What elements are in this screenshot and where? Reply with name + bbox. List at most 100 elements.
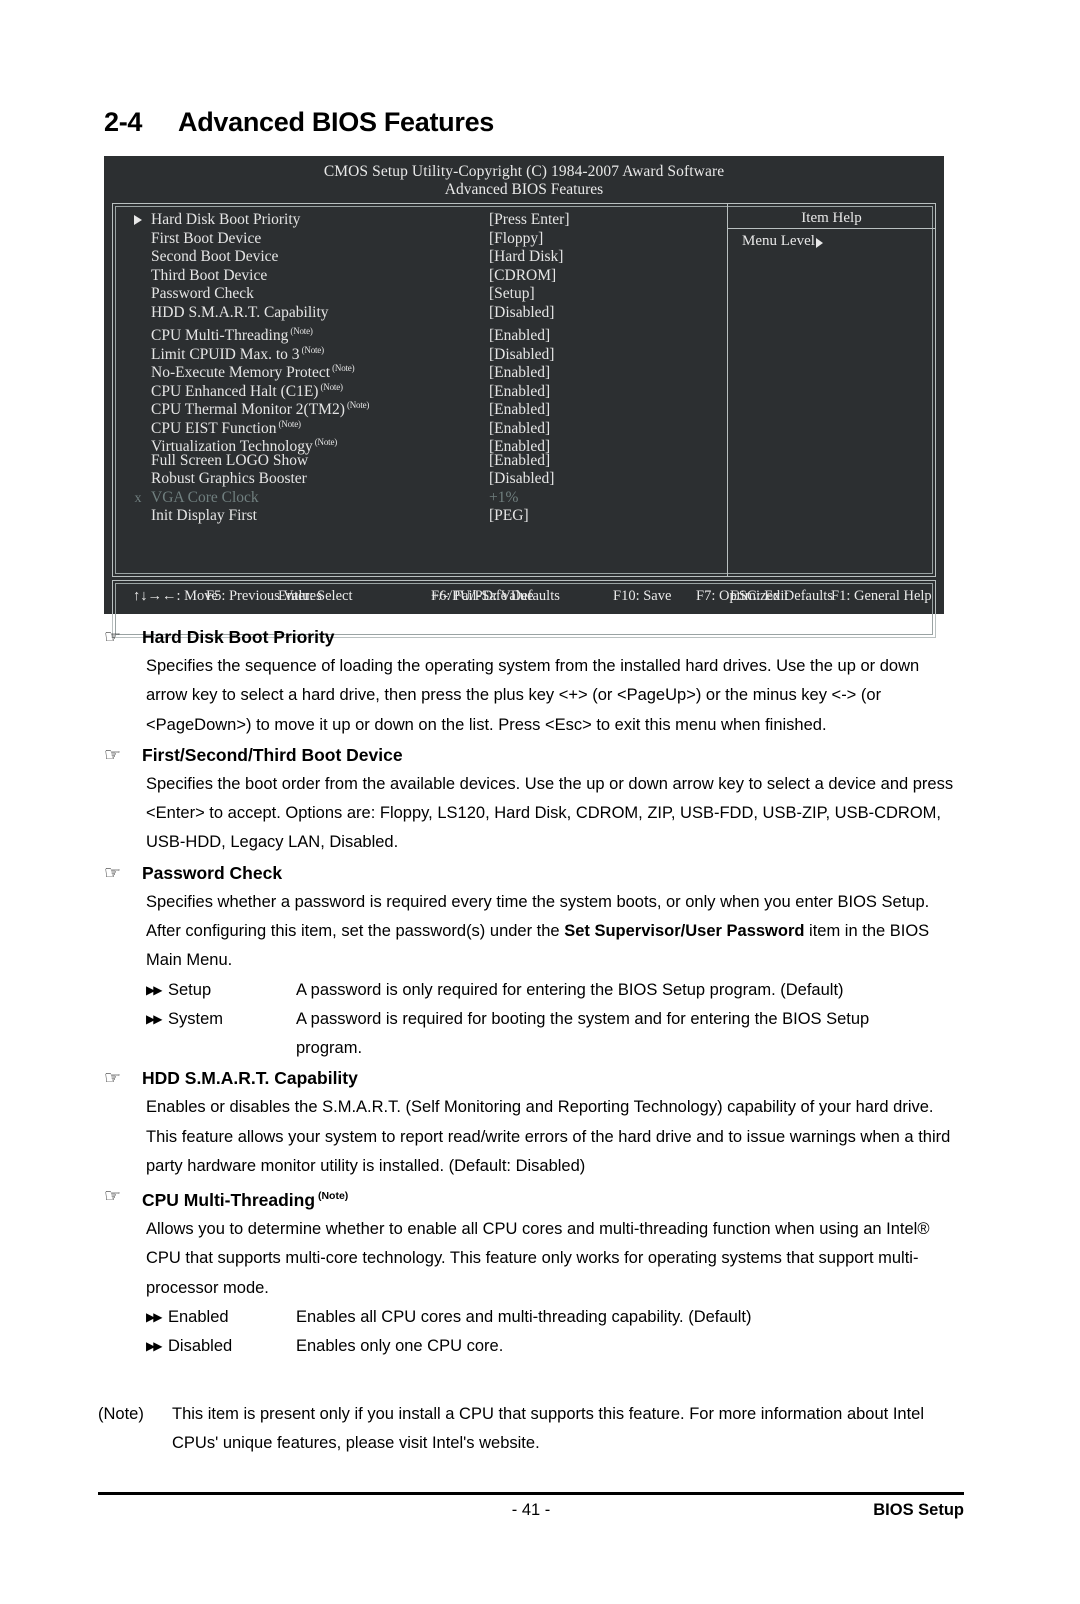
footer-content: - 41 - BIOS Setup [98, 1495, 964, 1525]
topic-heading: ☞ Hard Disk Boot Priority [104, 622, 964, 652]
pointing-hand-icon: ☞ [104, 1067, 122, 1090]
pointing-hand-icon: ☞ [104, 743, 122, 766]
item-help-header: Item Help [728, 204, 935, 229]
topic-paragraph: Enables or disables the S.M.A.R.T. (Self… [146, 1098, 951, 1175]
section-number: 2-4 [104, 107, 143, 137]
note-superscript: (Note) [330, 363, 355, 373]
topic-heading: ☞ HDD S.M.A.R.T. Capability [104, 1063, 964, 1093]
bios-setting-value[interactable]: +1% [489, 489, 727, 508]
option-name: Enabled [168, 1307, 229, 1326]
option-row: ▶▶ Setup A password is only required for e… [146, 976, 964, 1005]
chevron-right-icon [815, 237, 823, 248]
bios-setting-row[interactable]: x VGA Core Clock +1% [125, 489, 727, 508]
bios-setting-row[interactable]: Second Boot Device [Hard Disk] [125, 248, 727, 267]
bios-subtitle: Advanced BIOS Features [444, 181, 604, 198]
bios-main-panel: Hard Disk Boot Priority [Press Enter] Firs… [112, 203, 936, 577]
page-footer: - 41 - BIOS Setup [98, 1492, 964, 1525]
bios-setting-value[interactable]: [Disabled] [489, 346, 727, 365]
bios-item-help-panel: Item Help Menu Level [727, 204, 935, 576]
bios-setting-label: Init Display First [151, 507, 257, 524]
manual-page: 2-4 Advanced BIOS Features CMOS Setup Ut… [0, 0, 1080, 1604]
bios-setting-row[interactable]: Init Display First [PEG] [125, 507, 727, 526]
footnote-block: (Note) This item is present only if you … [98, 1400, 964, 1458]
bios-setting-value[interactable]: [Disabled] [489, 304, 727, 323]
bios-setting-label: Second Boot Device [151, 248, 279, 265]
bios-setting-value[interactable]: [Enabled] [489, 420, 727, 439]
note-superscript: (Note) [312, 437, 338, 447]
bios-setting-value[interactable]: [Enabled] [489, 327, 727, 346]
pointing-hand-icon: ☞ [104, 626, 122, 648]
option-row: ▶▶ System A password is required for booti… [146, 1005, 964, 1034]
bios-setting-row[interactable]: Robust Graphics Booster [Disabled] [125, 470, 727, 489]
bios-setup-screen: CMOS Setup Utility-Copyright (C) 1984-20… [104, 156, 944, 638]
bios-setting-row[interactable]: HDD S.M.A.R.T. Capability [Disabled] [125, 304, 727, 323]
bios-title: CMOS Setup Utility-Copyright (C) 1984-20… [323, 163, 725, 180]
bios-setting-value[interactable]: [Enabled] [489, 364, 727, 383]
option-row: ▶▶ Disabled Enables only one CPU core. [146, 1332, 964, 1361]
option-name: Setup [168, 980, 212, 999]
menu-level-label: Menu Level [742, 233, 815, 249]
bios-settings-list: Hard Disk Boot Priority [Press Enter] Firs… [113, 204, 727, 576]
topic-heading-label: Password Check [142, 862, 283, 883]
bios-setting-value[interactable]: [Setup] [489, 285, 727, 304]
option-description: A password is required for booting the s… [296, 1009, 870, 1028]
bios-setting-row[interactable]: First Boot Device [Floppy] [125, 230, 727, 249]
option-description: Enables all CPU cores and multi-threadin… [296, 1307, 752, 1326]
bios-setting-row[interactable]: CPU Multi-Threading (Note) [Enabled] [125, 322, 727, 344]
note-superscript: (Note) [315, 1190, 349, 1203]
topic-heading: ☞ First/Second/Third Boot Device [104, 740, 964, 770]
menu-level-row: Menu Level [728, 229, 935, 251]
key-optimized-defaults: F7: Optimized Defaults [696, 588, 833, 604]
bios-setting-value[interactable]: [Enabled] [489, 383, 727, 402]
bios-setting-label: Hard Disk Boot Priority [151, 211, 301, 228]
topic-paragraph: Allows you to determine whether to enabl… [146, 1219, 930, 1297]
bios-setting-row[interactable]: Hard Disk Boot Priority [Press Enter] [125, 211, 727, 230]
bios-setting-label: Password Check [151, 285, 254, 302]
bios-setting-value[interactable]: [Enabled] [489, 452, 727, 471]
key-previous-values: F5: Previous Values [206, 588, 322, 604]
bios-setting-label: Third Boot Device [151, 266, 268, 284]
option-description-continued: program. [296, 1039, 363, 1058]
section-heading: 2-4 Advanced BIOS Features [104, 107, 964, 138]
bios-setting-value[interactable]: [Floppy] [489, 230, 727, 249]
footnote-row: (Note) This item is present only if you … [98, 1400, 964, 1458]
page-title: Advanced BIOS Features [178, 107, 495, 137]
key-general-help: F1: General Help [831, 588, 932, 604]
key-save: F10: Save [613, 588, 672, 604]
bios-setting-row[interactable]: Third Boot Device [CDROM] [125, 267, 727, 286]
topic-heading: ☞ CPU Multi-Threading (Note) [104, 1181, 964, 1215]
key-fail-safe-defaults: F6: Fail-Safe Defaults [431, 588, 560, 604]
footnote-text: This item is present only if you install… [172, 1405, 925, 1452]
note-superscript: (Note) [299, 344, 324, 355]
topic-heading-label: First/Second/Third Boot Device [142, 744, 403, 765]
footer-section-label: BIOS Setup [873, 1501, 964, 1519]
option-row: ▶▶ Enabled Enables all CPU cores and multi… [146, 1303, 964, 1332]
bios-setting-label: Robust Graphics Booster [151, 470, 307, 487]
note-superscript: (Note) [318, 381, 343, 392]
bios-rows-container: Hard Disk Boot Priority [Press Enter] Firs… [113, 211, 727, 526]
bios-setting-label: VGA Core Clock [151, 488, 259, 506]
bios-setting-value[interactable]: [PEG] [489, 507, 727, 526]
double-triangle-icon: ▶▶ [146, 1339, 162, 1354]
topic-heading-label: HDD S.M.A.R.T. Capability [142, 1068, 358, 1089]
bios-setting-value[interactable]: [CDROM] [489, 267, 727, 286]
bios-setting-value[interactable]: [Enabled] [489, 401, 727, 420]
bios-setting-row[interactable]: Full Screen LOGO Show [Enabled] [125, 452, 727, 471]
note-superscript: (Note) [276, 418, 301, 429]
bios-setting-value[interactable]: [Press Enter] [489, 211, 727, 230]
topic-paragraph: Specifies whether a password is required… [146, 892, 930, 970]
bios-setting-label: First Boot Device [151, 229, 262, 247]
topic-heading: ☞ Password Check [104, 858, 964, 888]
footer-page-number: - 41 - [511, 1501, 551, 1519]
option-description: Enables only one CPU core. [296, 1337, 504, 1356]
topic-heading-label: Hard Disk Boot Priority [142, 627, 335, 647]
bios-setting-label: HDD S.M.A.R.T. Capability [151, 303, 329, 321]
bios-setting-value[interactable]: [Hard Disk] [489, 248, 727, 267]
note-superscript: (Note) [288, 326, 313, 336]
option-name: System [168, 1009, 224, 1028]
double-triangle-icon: ▶▶ [146, 1309, 162, 1324]
bios-setting-value[interactable]: [Disabled] [489, 470, 727, 489]
option-name: Disabled [168, 1337, 233, 1356]
option-description: A password is only required for entering… [296, 980, 844, 999]
bios-setting-row[interactable]: Password Check [Setup] [125, 285, 727, 304]
